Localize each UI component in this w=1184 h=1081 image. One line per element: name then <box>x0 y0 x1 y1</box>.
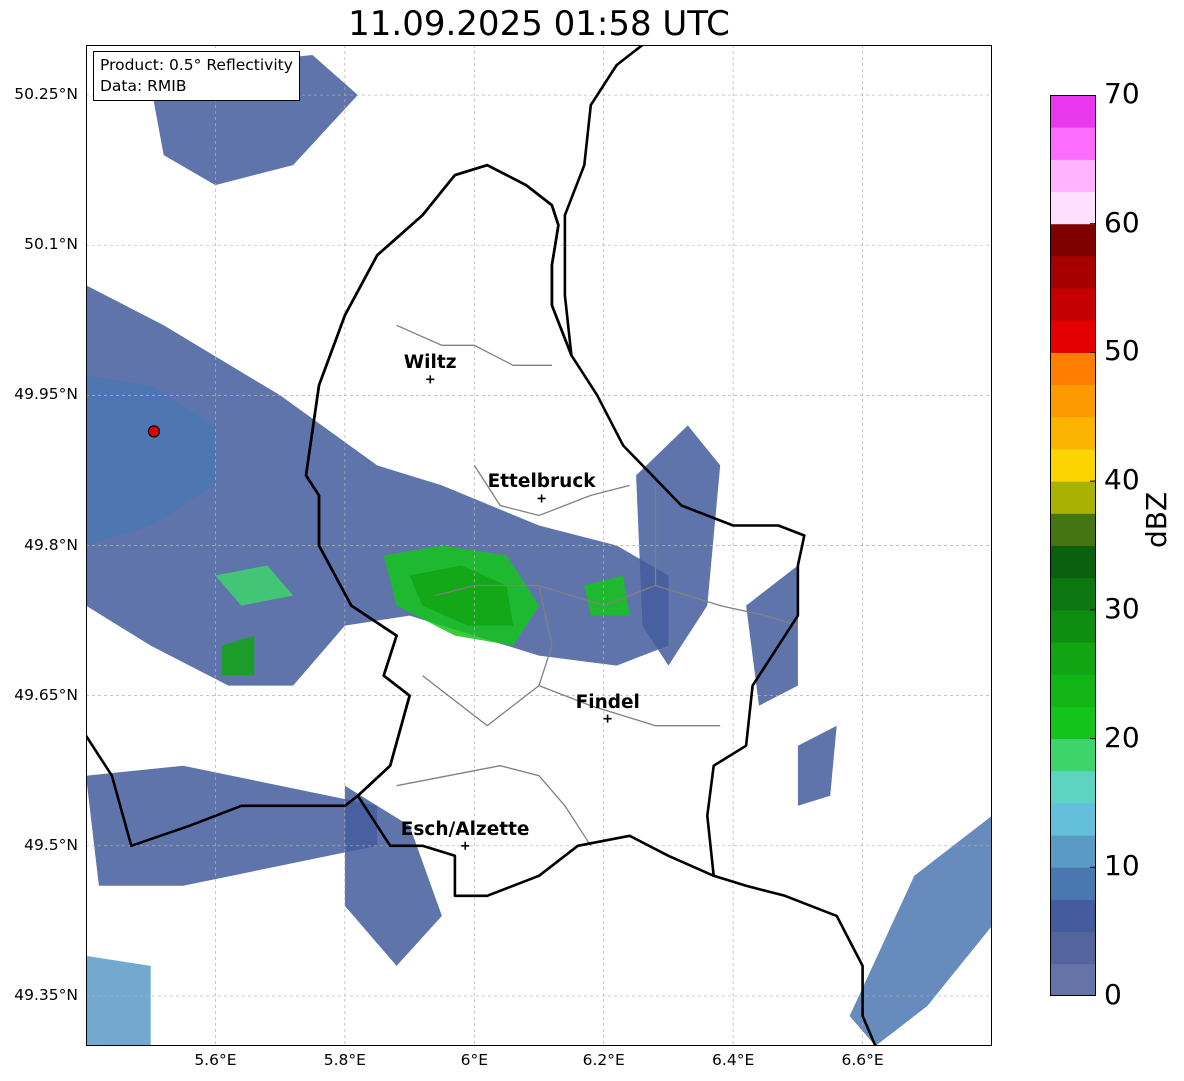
colorbar-tick-label: 60 <box>1104 205 1140 239</box>
colorbar-segment <box>1050 577 1096 611</box>
colorbar-tick-label: 70 <box>1104 77 1140 110</box>
longitude-tick-label: 5.6°E <box>194 1051 237 1069</box>
radar-map[interactable] <box>86 45 992 1046</box>
colorbar-segment <box>1050 706 1096 740</box>
latitude-tick-label: 50.1°N <box>24 235 78 254</box>
colorbar-segment <box>1050 481 1096 514</box>
colorbar-segment <box>1050 320 1096 353</box>
latitude-tick-label: 49.35°N <box>14 985 78 1004</box>
colorbar-tick-label: 20 <box>1104 720 1140 754</box>
dbz-colorbar <box>1050 95 1096 996</box>
echo-region-4 <box>86 955 151 1046</box>
colorbar-segment <box>1050 867 1096 900</box>
colorbar-segment <box>1050 352 1096 386</box>
colorbar-segment <box>1050 127 1096 160</box>
colorbar-segment <box>1050 931 1096 965</box>
city-label: Findel <box>575 691 640 713</box>
radar-site-marker <box>147 425 161 438</box>
latitude-tick-label: 49.8°N <box>24 535 78 554</box>
map-title: 11.09.2025 01:58 UTC <box>348 4 730 44</box>
colorbar-segment <box>1050 95 1096 128</box>
city-label: Esch/Alzette <box>400 818 530 840</box>
product-text: Product: 0.5° Reflectivity <box>100 56 293 74</box>
latitude-tick-label: 49.5°N <box>24 835 78 854</box>
longitude-tick-label: 6.4°E <box>712 1051 755 1069</box>
colorbar-segment <box>1050 642 1096 675</box>
colorbar-segment <box>1050 513 1096 546</box>
colorbar-segment <box>1050 159 1096 193</box>
colorbar-segment <box>1050 738 1096 772</box>
colorbar-label: dBZ <box>1140 491 1173 548</box>
colorbar-segment <box>1050 384 1096 418</box>
colorbar-segment <box>1050 448 1096 482</box>
radar-map-canvas <box>86 45 992 1046</box>
colorbar-tick-label: 50 <box>1104 334 1140 368</box>
colorbar-tick-label: 10 <box>1104 849 1140 883</box>
city-label: Ettelbruck <box>487 471 596 493</box>
colorbar-segment <box>1050 674 1096 707</box>
city-label: Wiltz <box>403 352 457 374</box>
colorbar-segment <box>1050 288 1096 321</box>
colorbar-segment <box>1050 770 1096 804</box>
longitude-tick-label: 6.6°E <box>841 1051 884 1069</box>
colorbar-segment <box>1050 835 1096 868</box>
colorbar-tick-label: 40 <box>1104 463 1140 497</box>
latitude-tick-label: 50.25°N <box>14 85 78 104</box>
latitude-tick-label: 49.65°N <box>14 685 78 704</box>
colorbar-segment <box>1050 223 1096 257</box>
longitude-tick-label: 6.2°E <box>582 1051 625 1069</box>
colorbar-segment <box>1050 255 1096 289</box>
colorbar-segment <box>1050 545 1096 579</box>
colorbar-segment <box>1050 191 1096 225</box>
longitude-tick-label: 6°E <box>460 1051 488 1069</box>
colorbar-tick-label: 30 <box>1104 591 1140 625</box>
colorbar-segment <box>1050 609 1096 643</box>
colorbar-segment <box>1050 963 1096 996</box>
colorbar-segment <box>1050 802 1096 836</box>
colorbar-segment <box>1050 899 1096 933</box>
longitude-tick-label: 5.8°E <box>323 1051 366 1069</box>
product-info-box: Product: 0.5° Reflectivity Data: RMIB <box>93 51 300 101</box>
latitude-tick-label: 49.95°N <box>14 385 78 404</box>
colorbar-segment <box>1050 416 1096 450</box>
data-source-text: Data: RMIB <box>100 77 187 95</box>
colorbar-tick-label: 0 <box>1104 978 1122 1011</box>
